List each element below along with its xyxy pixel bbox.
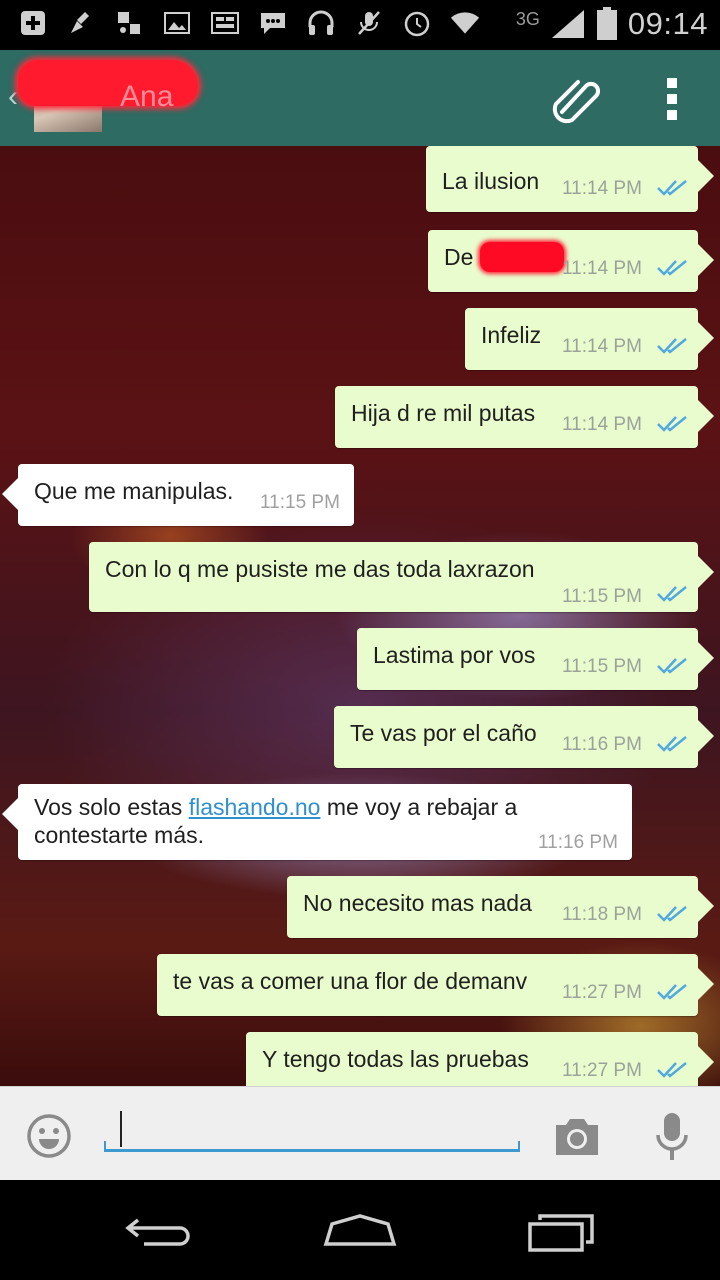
status-time: 09:14 bbox=[627, 6, 708, 41]
message-text: Que me manipulas. bbox=[34, 478, 234, 504]
camera-icon[interactable] bbox=[552, 1115, 602, 1157]
message-bubble[interactable]: De u 11:14 PM bbox=[428, 230, 714, 292]
read-ticks-icon bbox=[657, 906, 687, 922]
message-time: 11:15 PM bbox=[562, 656, 642, 677]
read-ticks-icon bbox=[657, 260, 687, 276]
read-ticks-icon bbox=[657, 736, 687, 752]
wifi-icon bbox=[450, 8, 480, 38]
gallery-icon bbox=[162, 8, 192, 38]
message-bubble[interactable]: Vos solo estas flashando.no me voy a reb… bbox=[2, 784, 632, 860]
message-time: 11:27 PM bbox=[562, 982, 642, 1003]
message-text-line2: contestarte más. bbox=[34, 822, 205, 848]
nav-home-icon[interactable] bbox=[322, 1212, 398, 1248]
message-text: No necesito mas nada bbox=[303, 890, 532, 916]
message-time: 11:14 PM bbox=[562, 258, 642, 279]
message-text: Vos solo estas flashando.no me voy a reb… bbox=[34, 794, 517, 821]
nav-back-icon[interactable] bbox=[124, 1214, 196, 1250]
message-text-part: Vos solo estas bbox=[34, 794, 189, 820]
network-type: 3G bbox=[515, 8, 540, 29]
mute-icon bbox=[354, 8, 384, 38]
cleaner-icon bbox=[66, 8, 96, 38]
message-bubble[interactable]: Que me manipulas. 11:15 PM bbox=[2, 464, 354, 526]
message-text-part: me voy a rebajar a bbox=[320, 794, 518, 820]
redaction-mark bbox=[480, 242, 564, 272]
back-icon[interactable]: ‹ bbox=[8, 80, 18, 114]
message-text: te vas a comer una flor de demanv bbox=[173, 968, 528, 994]
message-time: 11:16 PM bbox=[538, 832, 618, 853]
message-time: 11:15 PM bbox=[562, 586, 642, 607]
message-time: 11:18 PM bbox=[562, 904, 642, 925]
add-icon bbox=[18, 8, 48, 38]
message-bubble[interactable]: No necesito mas nada 11:18 PM bbox=[287, 876, 714, 938]
chat-header: ‹ Ana bbox=[0, 50, 720, 146]
message-bubble[interactable]: Hija d re mil putas 11:14 PM bbox=[335, 386, 714, 448]
message-bubble[interactable]: Y tengo todas las pruebas 11:27 PM bbox=[246, 1032, 714, 1086]
system-nav-bar bbox=[0, 1180, 720, 1280]
emoji-icon[interactable] bbox=[26, 1113, 72, 1159]
status-bar: 3G 09:14 bbox=[0, 0, 720, 50]
nav-recent-apps-icon[interactable] bbox=[526, 1210, 598, 1254]
read-ticks-icon bbox=[657, 416, 687, 432]
read-ticks-icon bbox=[657, 338, 687, 354]
signal-icon bbox=[551, 10, 584, 38]
message-time: 11:16 PM bbox=[562, 734, 642, 755]
message-bubble[interactable]: Infeliz 11:14 PM bbox=[465, 308, 714, 370]
read-ticks-icon bbox=[657, 586, 687, 602]
message-text: Infeliz bbox=[481, 322, 542, 348]
bbm-icon bbox=[210, 8, 240, 38]
message-time: 11:15 PM bbox=[260, 492, 340, 513]
message-input[interactable] bbox=[104, 1105, 520, 1152]
alarm-icon bbox=[402, 8, 432, 38]
message-bubble[interactable]: Con lo q me pusiste me das toda laxrazon… bbox=[89, 542, 714, 612]
message-bubble[interactable]: La ilusion 11:14 PM bbox=[426, 146, 714, 212]
message-time: 11:14 PM bbox=[562, 178, 642, 199]
battery-icon bbox=[596, 7, 617, 40]
message-bubble[interactable]: te vas a comer una flor de demanv 11:27 … bbox=[157, 954, 714, 1016]
attach-icon[interactable] bbox=[548, 72, 604, 124]
message-link[interactable]: flashando.no bbox=[189, 794, 321, 820]
headphones-icon bbox=[306, 8, 336, 38]
message-text: La ilusion bbox=[442, 168, 540, 194]
message-text: Lastima por vos bbox=[373, 642, 536, 668]
media-icon bbox=[114, 8, 144, 38]
message-bubble[interactable]: Lastima por vos 11:15 PM bbox=[357, 628, 714, 690]
text-caret bbox=[120, 1111, 122, 1147]
chat-messages[interactable]: La ilusion 11:14 PM De u 11:14 PM Infeli… bbox=[0, 146, 720, 1086]
read-ticks-icon bbox=[657, 180, 687, 196]
message-text: Y tengo todas las pruebas bbox=[262, 1046, 529, 1072]
message-time: 11:14 PM bbox=[562, 414, 642, 435]
read-ticks-icon bbox=[657, 1062, 687, 1078]
read-ticks-icon bbox=[657, 984, 687, 1000]
overflow-menu-icon[interactable] bbox=[660, 76, 684, 122]
message-text: Te vas por el caño bbox=[350, 720, 537, 746]
message-bubble[interactable]: Te vas por el caño 11:16 PM bbox=[334, 706, 714, 768]
read-ticks-icon bbox=[657, 658, 687, 674]
composer-bar bbox=[0, 1086, 720, 1181]
message-text: Hija d re mil putas bbox=[351, 400, 536, 426]
microphone-icon[interactable] bbox=[654, 1111, 690, 1163]
message-time: 11:14 PM bbox=[562, 336, 642, 357]
message-time: 11:27 PM bbox=[562, 1060, 642, 1081]
contact-name[interactable]: Ana bbox=[120, 80, 173, 114]
chat-icon bbox=[258, 8, 288, 38]
message-text: Con lo q me pusiste me das toda laxrazon bbox=[105, 556, 535, 582]
